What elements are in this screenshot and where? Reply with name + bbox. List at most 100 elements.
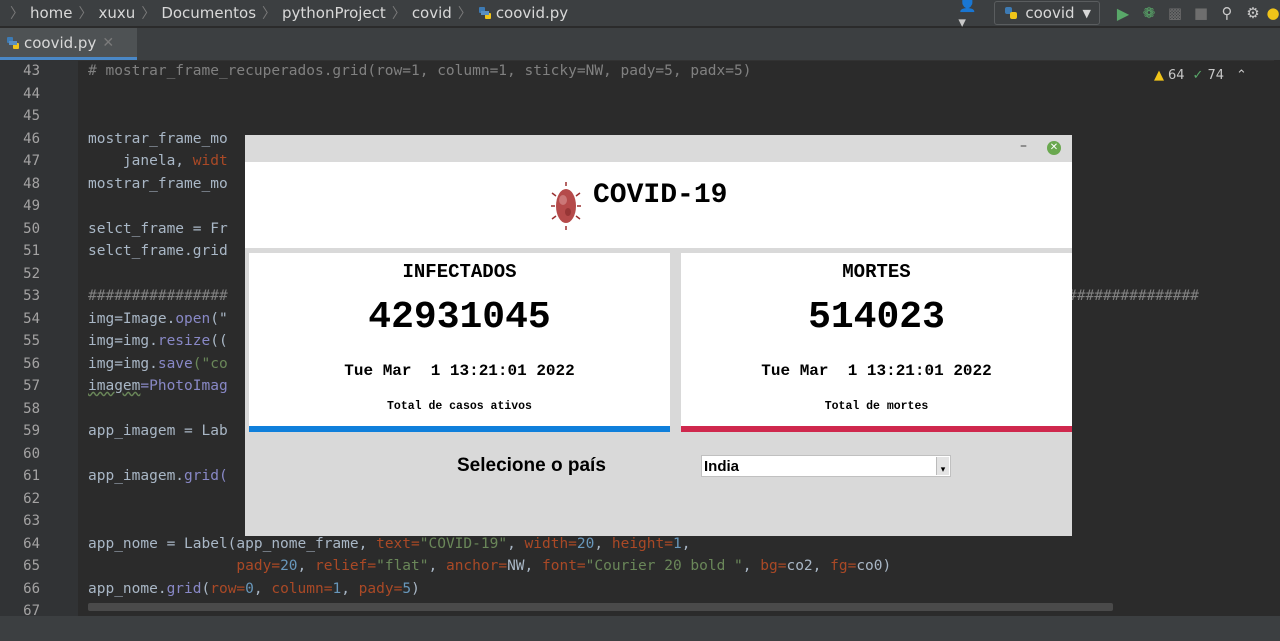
plugin-icon[interactable]: ● — [1266, 0, 1280, 26]
code-token: (" — [210, 310, 228, 327]
code-token: selct_frame. — [88, 243, 193, 259]
code-line-48[interactable]: mostrar_frame_mo — [88, 173, 228, 195]
code-token: 1 — [672, 535, 682, 552]
close-icon[interactable]: ✕ — [1047, 141, 1061, 155]
code-line-65[interactable]: pady=20, relief="flat", anchor=NW, font=… — [88, 555, 891, 577]
gear-icon[interactable]: ⚙ — [1240, 0, 1266, 26]
status-bar — [0, 616, 1280, 641]
code-line-46[interactable]: mostrar_frame_mo — [88, 128, 228, 150]
tab-label: coovid.py — [24, 33, 97, 52]
code-token: , — [428, 558, 446, 574]
app-title: COVID-19 — [593, 180, 728, 211]
breadcrumb-item-file[interactable]: coovid.py — [478, 4, 568, 22]
close-icon[interactable]: ✕ — [102, 35, 114, 51]
code-token: app_nome = Label(app_nome_frame, — [88, 535, 377, 552]
chevron-down-icon: ▼ — [1082, 6, 1091, 20]
run-configuration-label: coovid — [1025, 4, 1075, 22]
chevron-down-icon[interactable]: ▾ — [936, 457, 949, 475]
breadcrumb-item-covid[interactable]: covid — [412, 4, 452, 22]
code-token: font= — [542, 558, 586, 574]
code-token: selct_frame = — [88, 220, 211, 237]
deaths-date: Tue Mar 1 13:21:01 2022 — [761, 362, 992, 380]
code-token: grid — [166, 580, 202, 597]
breadcrumb-separator: 〉 — [141, 6, 156, 22]
code-line-55[interactable]: img=img.resize(( — [88, 330, 228, 352]
code-token: , — [253, 580, 272, 597]
infected-date: Tue Mar 1 13:21:01 2022 — [344, 362, 575, 380]
breadcrumb-item-pythonproject[interactable]: pythonProject — [282, 4, 386, 22]
breadcrumb-item-home[interactable]: home — [30, 4, 73, 22]
line-number: 44 — [23, 85, 40, 102]
code-token: , — [742, 558, 761, 574]
line-number: 58 — [23, 400, 40, 417]
breadcrumb-item-documentos[interactable]: Documentos — [161, 4, 256, 22]
horizontal-scrollbar[interactable] — [88, 603, 1113, 611]
code-token: img=Image. — [88, 310, 176, 327]
minimize-icon[interactable]: – — [1020, 138, 1027, 154]
user-icon[interactable]: 👤▾ — [958, 0, 984, 31]
app-header: COVID-19 — [245, 162, 1072, 248]
code-token: anchor= — [445, 558, 508, 574]
line-number: 62 — [23, 490, 40, 507]
code-token: fg= — [830, 558, 857, 574]
breadcrumb-item-xuxu[interactable]: xuxu — [99, 4, 136, 22]
code-token: height= — [611, 535, 673, 552]
breadcrumb-file-label: coovid.py — [495, 4, 569, 22]
stop-icon[interactable]: ■ — [1188, 0, 1214, 26]
line-number: 59 — [23, 423, 40, 439]
infected-value: 42931045 — [368, 296, 551, 339]
chevron-up-icon[interactable]: ⌃ — [1236, 68, 1247, 83]
code-line-59[interactable]: app_imagem = Lab — [88, 420, 228, 442]
code-token: widt — [192, 153, 228, 169]
code-token: relief= — [315, 558, 377, 574]
country-combobox-value: India — [704, 458, 740, 475]
line-number: 52 — [23, 265, 40, 282]
code-line-54[interactable]: img=Image.open(" — [88, 308, 228, 330]
line-number: 49 — [23, 198, 40, 214]
toolbar: 👤▾ coovid ▼ ▶ ❁ ▩ ■ ⚲ ⚙ ● — [958, 0, 1280, 31]
warning-count: 64 — [1168, 68, 1185, 83]
code-line-66[interactable]: app_nome.grid(row=0, column=1, pady=5) — [88, 578, 420, 600]
code-token: app_imagem. — [88, 468, 185, 484]
code-token: ) — [411, 580, 420, 597]
weak-warning-count: 74 — [1207, 68, 1224, 83]
code-line-56[interactable]: img=img.save("co — [88, 353, 228, 375]
deaths-card: MORTES 514023 Tue Mar 1 13:21:01 2022 To… — [681, 253, 1072, 428]
code-token: 20 — [576, 535, 595, 552]
code-token: pady= — [236, 558, 281, 574]
code-line-47[interactable]: janela, widt — [88, 150, 228, 172]
code-token: =PhotoImag — [140, 378, 228, 394]
code-token: resize — [157, 333, 211, 349]
line-number: 55 — [23, 333, 40, 349]
code-token: , — [507, 535, 525, 552]
code-token: janela, — [88, 153, 193, 169]
deaths-value: 514023 — [808, 296, 945, 339]
breadcrumb-separator: 〉 — [457, 6, 472, 22]
line-number: 48 — [23, 175, 40, 192]
line-number: 43 — [23, 63, 40, 79]
code-line-51[interactable]: selct_frame.grid — [88, 240, 228, 262]
window-titlebar[interactable]: – ✕ — [245, 135, 1072, 162]
code-token: text= — [376, 535, 420, 552]
tab-coovid-py[interactable]: coovid.py ✕ — [0, 28, 137, 60]
run-icon[interactable]: ▶ — [1110, 0, 1136, 26]
coverage-icon[interactable]: ▩ — [1162, 0, 1188, 26]
python-file-icon — [478, 7, 491, 19]
search-icon[interactable]: ⚲ — [1214, 0, 1240, 26]
breadcrumb-separator: 〉 — [10, 6, 24, 22]
code-token: NW, — [507, 558, 542, 574]
code-line-50[interactable]: selct_frame = Fr — [88, 218, 228, 240]
code-token: "COVID-19" — [419, 535, 508, 552]
code-line-57[interactable]: imagem=PhotoImag — [88, 375, 228, 397]
country-combobox[interactable]: India ▾ — [701, 455, 951, 477]
code-token: 0 — [245, 580, 254, 597]
code-line-53[interactable]: ################ ############### — [88, 285, 1199, 307]
run-configuration-select[interactable]: coovid ▼ — [994, 1, 1100, 25]
infected-label: INFECTADOS — [402, 261, 517, 283]
code-line-61[interactable]: app_imagem.grid( — [88, 465, 228, 487]
check-icon: ✓ — [1192, 68, 1204, 83]
code-line-43[interactable]: # mostrar_frame_recuperados.grid(row=1, … — [88, 60, 751, 82]
debug-icon[interactable]: ❁ — [1136, 0, 1162, 26]
inspection-widget[interactable]: ▲ 64 ✓ 74 ⌃ — [1154, 68, 1247, 83]
code-token: , — [594, 535, 612, 552]
